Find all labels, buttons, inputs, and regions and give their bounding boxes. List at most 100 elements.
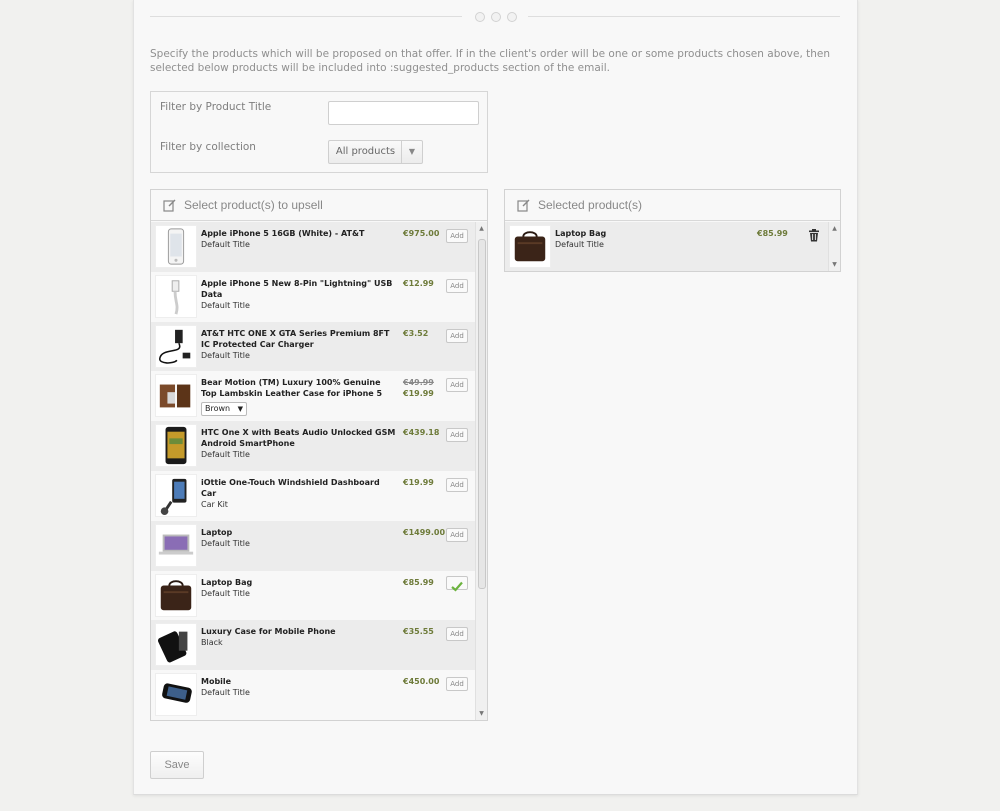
upsell-scrollbar[interactable]: ▲ ▼ [475,222,487,720]
htc-phone-icon [155,424,197,468]
current-price: €85.99 [757,229,788,238]
divider-dot [491,12,501,22]
divider-right [528,16,840,17]
upsell-product-list: Apple iPhone 5 16GB (White) - AT&T Defaul… [151,222,475,720]
add-button[interactable]: Add [446,328,468,343]
chevron-down-icon[interactable]: ▼ [401,141,422,163]
product-info: Bear Motion (TM) Luxury 100% Genuine Top… [201,377,396,417]
section-description: Specify the products which will be propo… [150,48,831,74]
product-info: Apple iPhone 5 16GB (White) - AT&T Defaul… [201,228,396,250]
add-button[interactable]: Add [446,477,468,492]
product-price: €35.55 [403,626,434,637]
chevron-down-icon: ▼ [237,405,243,414]
product-row: HTC One X with Beats Audio Unlocked GSM … [151,421,475,471]
usb-cable-icon [155,274,197,318]
add-button[interactable]: Add [446,627,468,642]
scroll-down-icon[interactable]: ▼ [829,261,840,268]
upsell-panel-header: Select product(s) to upsell [151,190,487,221]
product-variant: Default Title [201,688,250,698]
product-info: Luxury Case for Mobile Phone Black [201,626,396,648]
product-row: Laptop Bag Default Title €85.99 [505,222,828,271]
product-info: Laptop Bag Default Title [201,577,396,599]
product-row: Apple iPhone 5 New 8-Pin "Lightning" USB… [151,272,475,322]
current-price: €12.99 [403,278,434,288]
scroll-up-icon[interactable]: ▲ [476,225,487,232]
selected-check-button[interactable] [446,575,468,592]
selected-product-list: Laptop Bag Default Title €85.99 [505,222,828,271]
product-variant: Default Title [201,300,250,310]
leather-case-icon [155,374,197,418]
filter-collection-label: Filter by collection [160,141,256,153]
product-info: HTC One X with Beats Audio Unlocked GSM … [201,427,396,460]
car-mount-icon [155,473,197,517]
current-price: €19.99 [403,477,434,487]
laptop-icon [155,523,197,567]
collection-select-value: All products [335,146,396,157]
offer-card: Specify the products which will be propo… [133,0,858,795]
mobile-icon [155,673,197,717]
scrollbar-thumb[interactable] [478,239,486,589]
product-row: Mobile Default Title €450.00 Add [151,670,475,720]
current-price: €85.99 [403,577,434,587]
product-title: Mobile [201,677,232,687]
product-info: AT&T HTC ONE X GTA Series Premium 8FT IC… [201,328,396,361]
iphone-white-icon [155,225,197,268]
add-button[interactable]: Add [446,278,468,293]
edit-icon [517,199,530,212]
product-row: Luxury Case for Mobile Phone Black €35.55 A… [151,620,475,671]
selected-panel-title: Selected product(s) [538,198,643,212]
divider-left [150,16,462,17]
product-title: Laptop Bag [555,229,607,238]
current-price: €975.00 [403,229,440,238]
product-title: Apple iPhone 5 16GB (White) - AT&T [201,229,365,238]
current-price: €439.18 [403,428,440,438]
product-variant: Default Title [201,450,250,460]
product-price: €975.00 [403,228,439,239]
current-price: €450.00 [403,677,440,687]
add-button[interactable]: Add [446,378,468,393]
scroll-up-icon[interactable]: ▲ [829,225,840,232]
product-price: €3.52 [403,328,428,339]
collection-select[interactable]: All products ▼ [328,140,423,164]
add-button[interactable]: Add [446,229,468,243]
filter-title-input[interactable] [328,101,479,125]
product-row: AT&T HTC ONE X GTA Series Premium 8FT IC… [151,321,475,372]
product-row: Apple iPhone 5 16GB (White) - AT&T Defaul… [151,222,475,272]
product-price: €49.99 €19.99 [403,377,434,399]
filter-box: Filter by Product Title Filter by collec… [150,91,488,173]
add-button[interactable]: Add [446,527,468,542]
divider-dot [475,12,485,22]
trash-icon[interactable] [808,227,820,246]
variant-select[interactable]: Brown ▼ [201,402,247,417]
product-info: iOttie One-Touch Windshield Dashboard Ca… [201,477,396,510]
current-price: €3.52 [403,328,429,338]
product-row: Laptop Bag Default Title €85.99 [151,571,475,621]
product-title: AT&T HTC ONE X GTA Series Premium 8FT IC… [201,328,390,349]
add-button[interactable]: Add [446,428,468,443]
product-title: iOttie One-Touch Windshield Dashboard Ca… [201,477,380,498]
product-variant: Default Title [201,538,250,548]
scroll-down-icon[interactable]: ▼ [476,710,487,717]
phone-case-icon [155,623,197,667]
product-price: €85.99 [403,577,434,588]
product-title: Laptop [201,527,233,537]
selected-scrollbar[interactable]: ▲ ▼ [828,222,840,271]
save-button[interactable]: Save [150,751,204,779]
car-charger-icon [155,324,197,368]
selected-panel: Selected product(s) Laptop Bag Default Ti… [504,189,841,272]
product-title: HTC One X with Beats Audio Unlocked GSM … [201,428,396,449]
product-row: iOttie One-Touch Windshield Dashboard Ca… [151,471,475,521]
product-price: €85.99 [757,228,788,239]
product-variant: Default Title [555,240,604,249]
product-variant: Black [201,638,223,648]
product-info: Mobile Default Title [201,676,396,698]
product-price: €1499.00 [403,527,445,538]
product-price: €450.00 [403,676,439,687]
current-price: €1499.00 [403,527,446,537]
product-variant: Default Title [201,350,250,360]
current-price: €35.55 [403,627,434,637]
product-variant: Car Kit [201,499,228,509]
laptop-bag-icon [155,573,197,617]
add-button[interactable]: Add [446,677,468,692]
product-variant: Default Title [201,588,250,598]
